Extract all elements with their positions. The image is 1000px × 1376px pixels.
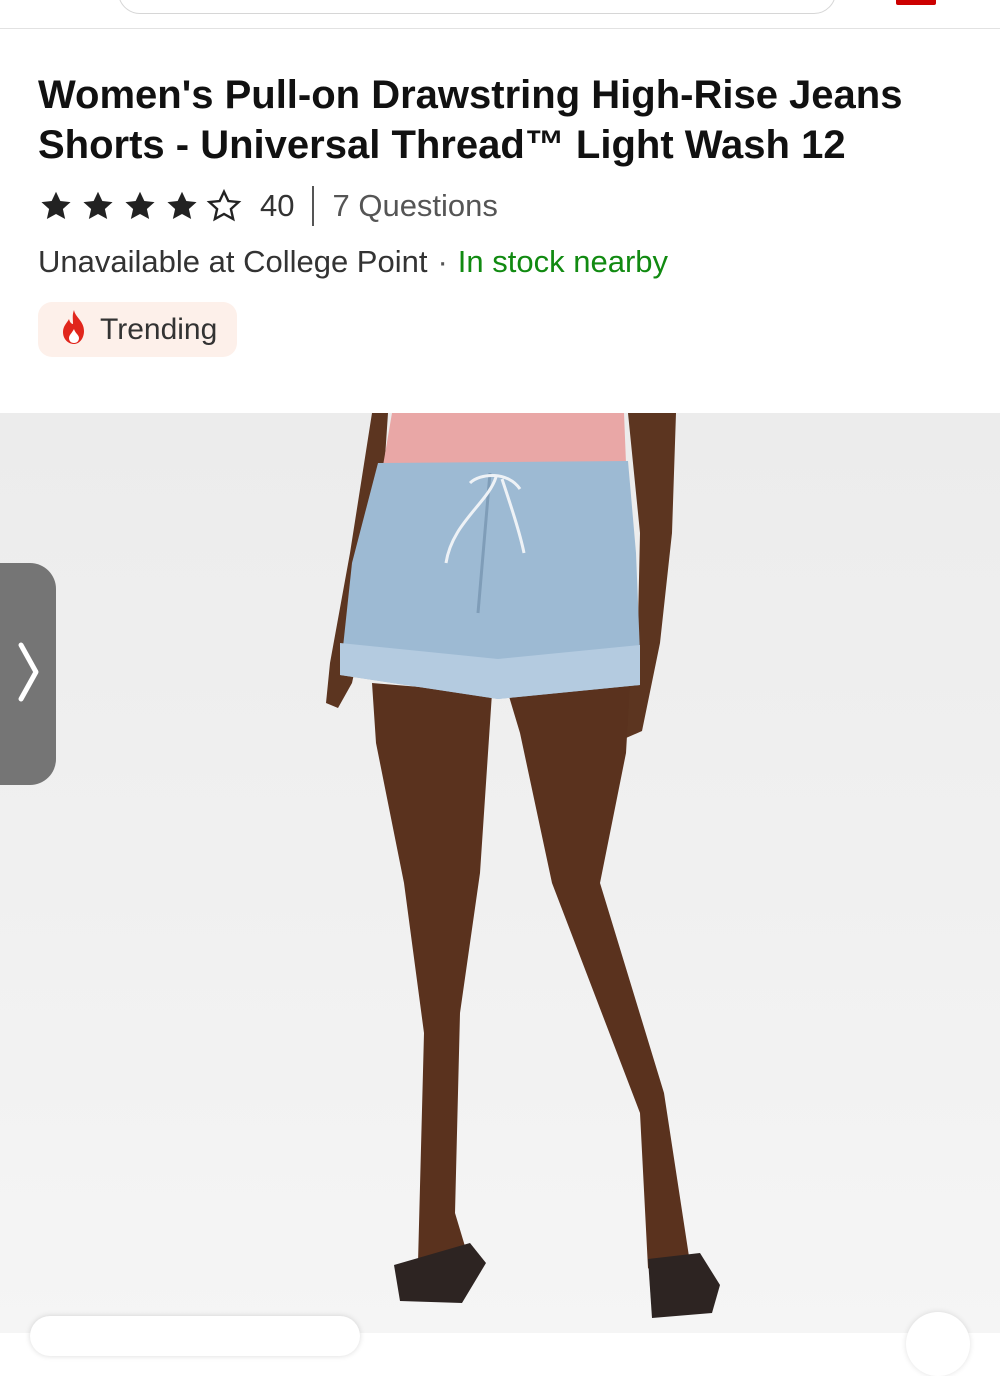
- product-title: Women's Pull-on Drawstring High-Rise Jea…: [38, 73, 903, 167]
- fire-icon: [60, 309, 88, 350]
- star-empty-icon: [206, 188, 242, 224]
- star-rating[interactable]: [38, 188, 242, 224]
- divider: [312, 186, 315, 226]
- star-filled-icon: [38, 188, 74, 224]
- questions-link[interactable]: 7 Questions: [332, 188, 497, 224]
- star-filled-icon: [164, 188, 200, 224]
- review-count[interactable]: 40: [260, 188, 294, 224]
- badge-label: Trending: [100, 312, 218, 346]
- separator: ·: [437, 244, 448, 279]
- bottom-action-circle[interactable]: [906, 1312, 970, 1376]
- star-filled-icon: [80, 188, 116, 224]
- store-status: Unavailable at College Point: [38, 244, 428, 279]
- in-stock-nearby-link[interactable]: In stock nearby: [458, 244, 668, 279]
- chevron-right-icon: [16, 641, 40, 708]
- cart-icon[interactable]: [896, 0, 936, 5]
- availability-row[interactable]: Unavailable at College Point · In stock ne…: [38, 244, 668, 280]
- model-photo-illustration: [326, 413, 720, 1318]
- top-search-bar: [0, 0, 1000, 29]
- star-filled-icon: [122, 188, 158, 224]
- trending-badge: Trending: [38, 302, 238, 357]
- rating-row[interactable]: 40 7 Questions: [38, 184, 498, 228]
- search-input[interactable]: [118, 0, 836, 14]
- carousel-next-button[interactable]: [0, 563, 56, 785]
- bottom-action-pill[interactable]: [30, 1316, 360, 1356]
- product-image[interactable]: [0, 413, 1000, 1333]
